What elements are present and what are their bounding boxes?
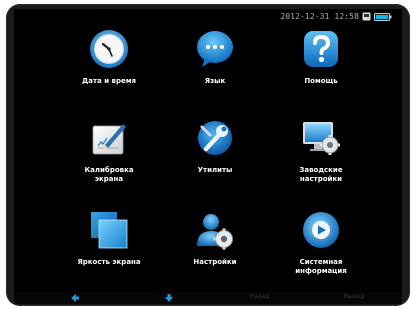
- menu-item-language[interactable]: Язык: [166, 29, 264, 115]
- clock-icon: [90, 30, 128, 68]
- menu-item-label: Системная информация: [295, 258, 347, 275]
- menu-item-settings[interactable]: Настройки: [166, 210, 264, 296]
- brightness-screen-icon: [91, 212, 128, 249]
- menu-item-screen-brightness[interactable]: Яркость экрана: [60, 210, 158, 296]
- bottom-bar: Назад Выход: [14, 292, 402, 304]
- back-button[interactable]: Назад: [250, 293, 269, 300]
- monitor-gear-icon: [303, 122, 340, 155]
- menu-item-system-info[interactable]: Системная информация: [272, 210, 370, 296]
- menu-item-factory-settings[interactable]: Заводские настройки: [272, 118, 370, 204]
- device-screen: 2012-12-31 12:58 Дата и время Язык Помощ…: [14, 9, 402, 304]
- question-mark-icon: [304, 31, 338, 67]
- down-arrow-icon[interactable]: [164, 293, 174, 303]
- chat-bubble-icon: [197, 31, 233, 67]
- menu-item-screen-calibration[interactable]: Калибровка экрана: [60, 118, 158, 204]
- pen-calibration-icon: [92, 124, 126, 155]
- system-info-disc-icon: [303, 212, 339, 248]
- menu-item-help[interactable]: Помощь: [272, 29, 370, 115]
- menu-item-label: Настройки: [193, 258, 237, 266]
- menu-item-label: Дата и время: [82, 77, 136, 85]
- user-settings-icon: [197, 214, 233, 250]
- settings-menu-grid: Дата и время Язык Помощь Калибровка экра…: [14, 9, 402, 304]
- menu-item-label: Калибровка экрана: [84, 166, 134, 183]
- menu-item-utilities[interactable]: Утилиты: [166, 118, 264, 204]
- exit-button[interactable]: Выход: [344, 293, 364, 300]
- menu-item-label: Утилиты: [197, 166, 233, 174]
- menu-item-label: Язык: [204, 77, 226, 85]
- menu-item-date-time[interactable]: Дата и время: [60, 29, 158, 115]
- menu-item-label: Заводские настройки: [299, 166, 343, 183]
- menu-item-label: Яркость экрана: [77, 258, 141, 266]
- wrench-icon: [198, 121, 232, 155]
- menu-item-label: Помощь: [304, 77, 338, 85]
- left-arrow-icon[interactable]: [70, 293, 80, 303]
